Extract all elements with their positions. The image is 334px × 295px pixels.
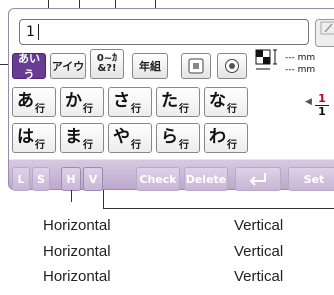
vertical-label-2: Vertical bbox=[234, 243, 284, 260]
vertical-leader-line-v bbox=[103, 190, 104, 208]
tab-hiragana[interactable]: あいう bbox=[12, 52, 46, 81]
kana-key-ta[interactable]: た行 bbox=[156, 87, 200, 117]
kana-key-a[interactable]: あ行 bbox=[12, 87, 56, 117]
vertical-button[interactable]: V bbox=[83, 167, 103, 191]
size-denominator: 1 bbox=[318, 105, 326, 118]
horizontal-button[interactable]: H bbox=[61, 167, 81, 191]
kana-key-ma[interactable]: ま行 bbox=[60, 123, 104, 153]
vertical-leader-line-h bbox=[103, 208, 334, 209]
pencil-icon[interactable] bbox=[315, 19, 334, 47]
kana-key-na[interactable]: な行 bbox=[204, 87, 248, 117]
delete-button[interactable]: Delete bbox=[184, 167, 228, 191]
text-input-field[interactable]: 1 bbox=[19, 19, 309, 45]
horizontal-leader-line bbox=[71, 190, 72, 202]
vertical-label-1: Vertical bbox=[234, 217, 284, 234]
square-frame-icon bbox=[188, 58, 204, 74]
text-input-value: 1 bbox=[26, 24, 35, 40]
kana-key-wa[interactable]: わ行 bbox=[204, 123, 248, 153]
character-input-panel: 1 あいう アイウ 0~ｶ &?! 年組 --- mm --- mm あ行 か行… bbox=[8, 8, 334, 191]
kana-key-sa[interactable]: さ行 bbox=[108, 87, 152, 117]
horizontal-label-1: Horizontal bbox=[43, 217, 111, 234]
enter-button[interactable] bbox=[235, 167, 281, 191]
text-cursor bbox=[37, 24, 39, 40]
left-arrow-icon[interactable]: ◀ bbox=[305, 97, 312, 107]
frame-style-button[interactable] bbox=[181, 53, 211, 79]
tab-numbers-symbols[interactable]: 0~ｶ &?! bbox=[90, 49, 124, 79]
size-fraction: 1 1 bbox=[315, 93, 329, 118]
vertical-label-3: Vertical bbox=[234, 268, 284, 285]
width-unit: --- mm bbox=[285, 65, 316, 75]
kana-key-ra[interactable]: ら行 bbox=[156, 123, 200, 153]
tab-year-class[interactable]: 年組 bbox=[132, 53, 168, 79]
circle-style-button[interactable] bbox=[217, 53, 247, 79]
kana-key-ha[interactable]: は行 bbox=[12, 123, 56, 153]
tab-katakana[interactable]: アイウ bbox=[50, 53, 86, 79]
l-button[interactable]: L bbox=[12, 167, 30, 191]
kana-key-ka[interactable]: か行 bbox=[60, 87, 104, 117]
height-unit: --- mm bbox=[285, 53, 316, 63]
size-grid-icon bbox=[255, 49, 281, 83]
circle-frame-icon bbox=[225, 59, 239, 73]
s-button[interactable]: S bbox=[32, 167, 50, 191]
kana-key-ya[interactable]: や行 bbox=[108, 123, 152, 153]
enter-arrow-icon bbox=[249, 173, 266, 186]
horizontal-label-2: Horizontal bbox=[43, 243, 111, 260]
check-button[interactable]: Check bbox=[136, 167, 180, 191]
horizontal-label-3: Horizontal bbox=[43, 268, 111, 285]
set-button[interactable]: Set bbox=[288, 167, 334, 191]
